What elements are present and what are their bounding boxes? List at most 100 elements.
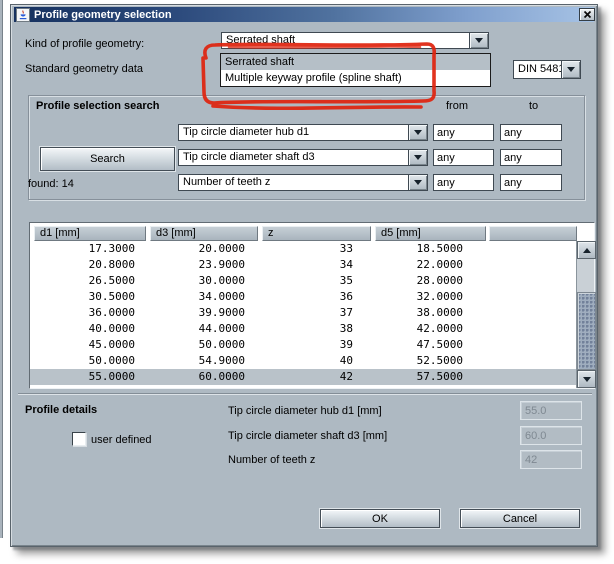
criterion-combobox-d3-value: Tip circle diameter shaft d3	[183, 150, 408, 165]
table-cell: 42.0000	[372, 321, 487, 337]
table-cell: 54.9000	[147, 353, 259, 369]
ok-button[interactable]: OK	[320, 509, 440, 528]
table-cell: 47.5000	[372, 337, 487, 353]
criterion-combobox-z-value: Number of teeth z	[183, 175, 408, 190]
table-cell: 34.0000	[147, 289, 259, 305]
from-column-header: from	[446, 100, 468, 113]
detail-field-d1[interactable]	[520, 401, 582, 420]
dropdown-option-multiple-keyway[interactable]: Multiple keyway profile (spline shaft)	[221, 70, 490, 86]
chevron-down-icon[interactable]	[577, 370, 596, 388]
java-cup-icon	[16, 8, 30, 22]
table-row[interactable]: 50.000054.90004052.5000	[30, 353, 576, 369]
results-table-body: 17.300020.00003318.500020.800023.9000342…	[30, 241, 576, 387]
table-cell: 52.5000	[372, 353, 487, 369]
profile-geometry-combobox[interactable]: Serrated shaft	[221, 32, 489, 49]
table-cell: 40.0000	[30, 321, 147, 337]
table-row[interactable]: 55.000060.00004257.5000	[30, 369, 576, 385]
detail-label-z: Number of teeth z	[228, 454, 315, 467]
screenshot-root: Profile geometry selection Kind of profi…	[0, 0, 614, 564]
standard-combobox[interactable]: DIN 5481	[513, 60, 581, 79]
search-button[interactable]: Search	[40, 147, 175, 171]
chevron-up-icon[interactable]	[577, 241, 596, 259]
table-row[interactable]: 36.000039.90003738.0000	[30, 305, 576, 321]
table-cell: 17.3000	[30, 241, 147, 257]
kind-of-profile-geometry-label: Kind of profile geometry:	[25, 38, 144, 51]
table-cell: 35	[259, 273, 372, 289]
table-cell: 38.0000	[372, 305, 487, 321]
found-count-label: found: 14	[28, 178, 74, 191]
table-row[interactable]: 30.500034.00003632.0000	[30, 289, 576, 305]
criterion-combobox-z[interactable]: Number of teeth z	[178, 174, 428, 191]
table-row[interactable]: 45.000050.00003947.5000	[30, 337, 576, 353]
table-cell: 44.0000	[147, 321, 259, 337]
table-cell: 28.0000	[372, 273, 487, 289]
standard-combobox-value: DIN 5481	[518, 61, 561, 78]
detail-label-d1: Tip circle diameter hub d1 [mm]	[228, 405, 382, 418]
table-cell: 39	[259, 337, 372, 353]
from-input-z[interactable]	[433, 174, 494, 191]
standard-geometry-data-label: Standard geometry data	[25, 63, 143, 76]
chevron-down-icon[interactable]	[561, 61, 580, 78]
cancel-button[interactable]: Cancel	[460, 509, 580, 528]
window-title: Profile geometry selection	[34, 9, 172, 21]
background-window-edge	[0, 0, 3, 538]
table-cell: 32.0000	[372, 289, 487, 305]
detail-label-d3: Tip circle diameter shaft d3 [mm]	[228, 430, 387, 443]
table-cell: 22.0000	[372, 257, 487, 273]
profile-geometry-combobox-value: Serrated shaft	[226, 33, 469, 48]
scrollbar-thumb[interactable]	[577, 292, 596, 370]
table-cell: 60.0000	[147, 369, 259, 385]
from-input-d1[interactable]	[433, 124, 494, 141]
table-cell: 23.9000	[147, 257, 259, 273]
column-header-z[interactable]: z	[262, 226, 371, 241]
dropdown-option-serrated-shaft[interactable]: Serrated shaft	[221, 54, 490, 70]
to-input-d3[interactable]	[500, 149, 562, 166]
column-header-d5[interactable]: d5 [mm]	[375, 226, 486, 241]
from-input-d3[interactable]	[433, 149, 494, 166]
table-cell: 34	[259, 257, 372, 273]
to-input-d1[interactable]	[500, 124, 562, 141]
table-cell: 30.0000	[147, 273, 259, 289]
section-divider	[18, 393, 592, 395]
criterion-combobox-d3[interactable]: Tip circle diameter shaft d3	[178, 149, 428, 166]
table-cell: 39.9000	[147, 305, 259, 321]
table-scrollbar[interactable]	[576, 241, 594, 388]
column-header-filler	[489, 226, 577, 241]
table-cell: 26.5000	[30, 273, 147, 289]
table-cell: 20.8000	[30, 257, 147, 273]
detail-field-d3[interactable]	[520, 426, 582, 445]
table-cell: 33	[259, 241, 372, 257]
table-cell: 50.0000	[147, 337, 259, 353]
table-row[interactable]: 20.800023.90003422.0000	[30, 257, 576, 273]
table-cell: 42	[259, 369, 372, 385]
table-cell: 38	[259, 321, 372, 337]
chevron-down-icon[interactable]	[408, 125, 427, 140]
criterion-combobox-d1-value: Tip circle diameter hub d1	[183, 125, 408, 140]
table-cell: 20.0000	[147, 241, 259, 257]
user-defined-checkbox[interactable]	[72, 432, 86, 446]
table-cell: 36	[259, 289, 372, 305]
to-input-z[interactable]	[500, 174, 562, 191]
table-row[interactable]: 17.300020.00003318.5000	[30, 241, 576, 257]
column-header-d1[interactable]: d1 [mm]	[34, 226, 146, 241]
user-defined-label: user defined	[91, 434, 152, 447]
chevron-down-icon[interactable]	[408, 150, 427, 165]
to-column-header: to	[529, 100, 538, 113]
profile-details-title: Profile details	[25, 404, 97, 417]
table-cell: 30.5000	[30, 289, 147, 305]
table-cell: 50.0000	[30, 353, 147, 369]
table-cell: 45.0000	[30, 337, 147, 353]
table-row[interactable]: 40.000044.00003842.0000	[30, 321, 576, 337]
chevron-down-icon[interactable]	[469, 33, 488, 48]
criterion-combobox-d1[interactable]: Tip circle diameter hub d1	[178, 124, 428, 141]
profile-selection-search-title: Profile selection search	[36, 100, 160, 113]
close-icon[interactable]	[579, 8, 595, 21]
titlebar[interactable]: Profile geometry selection	[14, 7, 594, 22]
column-header-d3[interactable]: d3 [mm]	[150, 226, 258, 241]
table-cell: 18.5000	[372, 241, 487, 257]
detail-field-z[interactable]	[520, 450, 582, 469]
table-row[interactable]: 26.500030.00003528.0000	[30, 273, 576, 289]
profile-geometry-dropdown-list: Serrated shaft Multiple keyway profile (…	[220, 53, 491, 87]
chevron-down-icon[interactable]	[408, 175, 427, 190]
table-cell: 57.5000	[372, 369, 487, 385]
